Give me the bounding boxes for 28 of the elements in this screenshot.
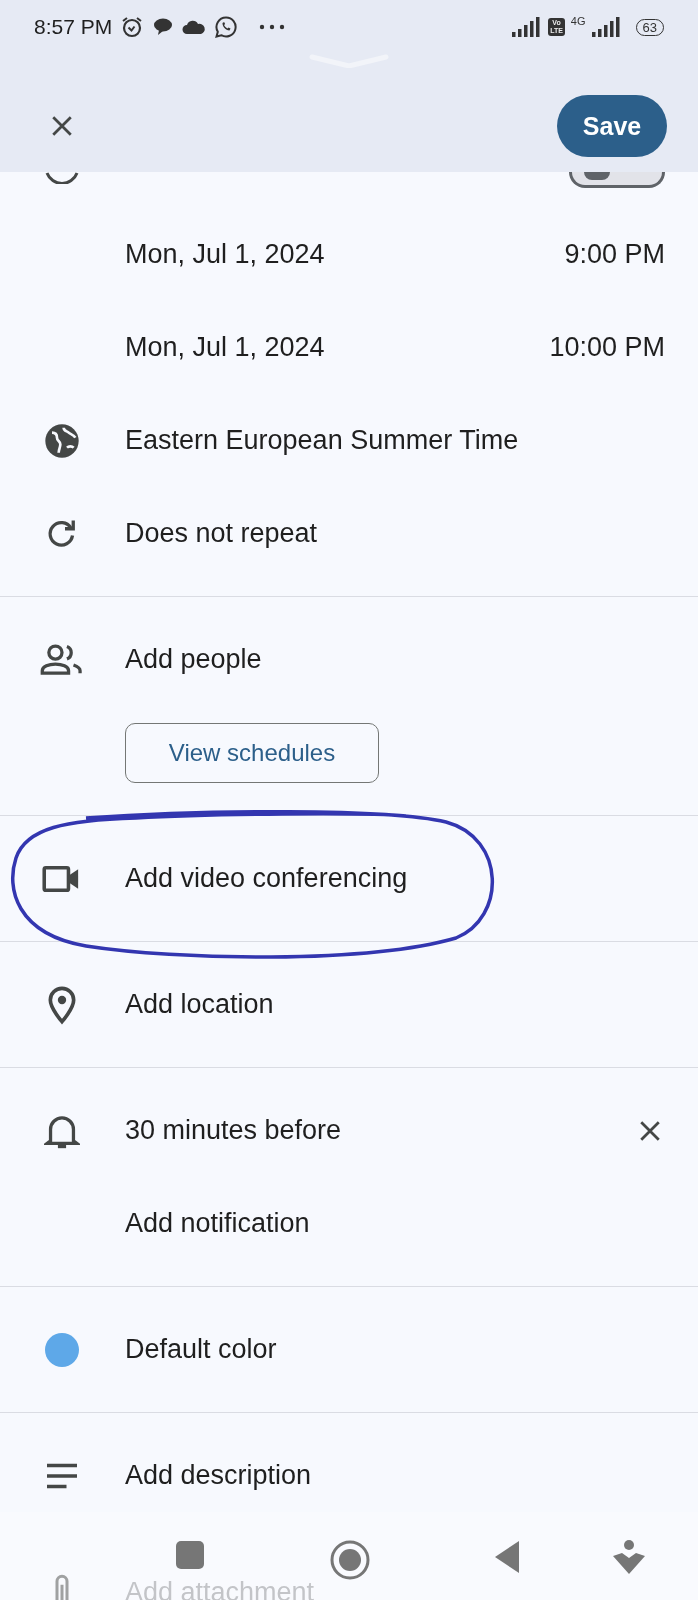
person-down-icon[interactable] — [612, 1540, 646, 1576]
repeat-option[interactable]: Does not repeat — [125, 518, 318, 548]
toggle-switch[interactable] — [569, 172, 665, 188]
add-option[interactable]: Add notification — [125, 1208, 310, 1238]
network-type: 4G — [570, 15, 586, 27]
add-option[interactable]: Add video conferencing — [125, 863, 408, 893]
time-field[interactable]: 9:00 PM — [564, 239, 665, 270]
cloud-icon — [182, 19, 207, 35]
notification-option[interactable]: 30 minutes before — [125, 1115, 342, 1145]
date-field[interactable]: Mon, Jul 1, 2024 — [125, 239, 565, 270]
time-field[interactable]: 10:00 PM — [549, 332, 665, 363]
timezone-option[interactable]: Eastern European Summer Time — [125, 425, 519, 455]
view-schedules-button[interactable]: View schedules — [125, 723, 379, 783]
home-icon[interactable] — [330, 1540, 370, 1580]
clock-time: 8:57 PM — [34, 15, 113, 39]
color-option[interactable]: Default color — [125, 1334, 277, 1364]
more-icon — [258, 23, 287, 31]
date-field[interactable]: Mon, Jul 1, 2024 — [125, 332, 550, 363]
phone-chat-icon — [214, 15, 239, 39]
add-option[interactable]: Add people — [125, 644, 262, 674]
recent-apps-icon[interactable] — [175, 1540, 205, 1570]
save-button[interactable]: Save — [557, 95, 667, 157]
add-option[interactable]: Add description — [125, 1460, 312, 1490]
signal-icon — [591, 17, 622, 37]
signal-icon — [512, 17, 543, 37]
add-option[interactable]: Add location — [125, 989, 274, 1019]
chat-icon — [152, 17, 175, 37]
back-icon[interactable] — [493, 1540, 521, 1574]
